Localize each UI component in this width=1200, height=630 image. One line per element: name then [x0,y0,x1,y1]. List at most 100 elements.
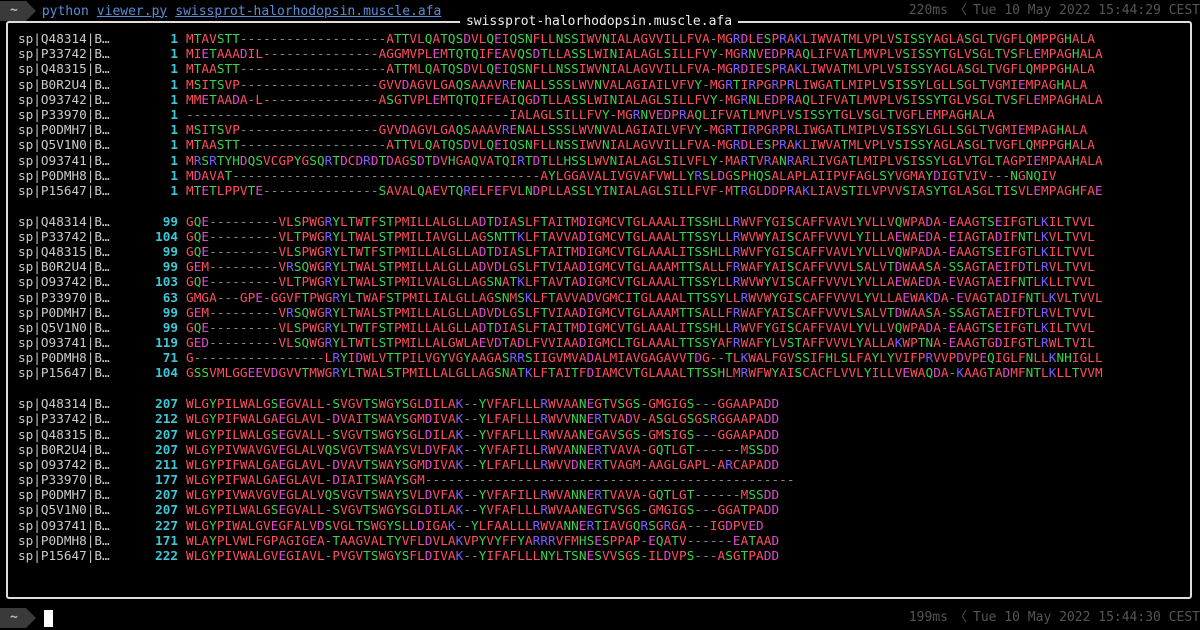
sequence-name: sp|P0DMH7|B… [18,304,110,320]
sequence-residues: WLGYPILWALGSEGVALL-SVGVTSWGYSGLDILAK--YV… [186,502,780,518]
sequence-name: sp|O93742|B… [18,456,110,472]
sequence-position: 207 [155,502,178,518]
sequence-position: 212 [155,411,178,427]
sequence-residues: MDAVAT----------------------------------… [186,167,1057,183]
sequence-residues: GQE---------VLSPWGRYLTWTFSTPMILLALGLLADT… [186,213,1095,229]
sequence-position: 1 [170,31,178,46]
sequence-position: 1 [170,91,178,107]
sequence-position: 104 [155,228,178,244]
alignment-block: sp|Q48314|B… 1 MTAVSTT-------------------A… [18,31,1182,198]
sequence-row: sp|Q48315|B… 207 WLGYPILWALGSEGVALL-SVGVTS… [18,427,1182,442]
sequence-position: 1 [170,122,178,138]
alignment-view[interactable]: sp|Q48314|B… 1 MTAVSTT-------------------A… [18,31,1182,579]
sequence-row: sp|Q48314|B… 207 WLGYPILWALGSEGVALL-SVGVTS… [18,396,1182,411]
sequence-residues: MSITSVP------------------GVVDAGVLGAQSAAA… [186,122,1088,138]
sequence-name: sp|O93741|B… [18,335,110,351]
sequence-position: 207 [155,396,178,412]
sequence-position: 71 [162,350,178,366]
sequence-residues: WLGYPIFWALGAEGLAVL-DIAITSWAYSGM---------… [186,472,795,488]
sequence-position: 207 [155,487,178,503]
sequence-name: sp|P33742|B… [18,411,110,427]
sequence-name: sp|P0DMH8|B… [18,350,110,366]
sequence-name: sp|Q5V1N0|B… [18,137,110,153]
sequence-name: sp|O93741|B… [18,152,110,168]
sequence-name: sp|Q5V1N0|B… [18,502,110,518]
sequence-name: sp|B0R2U4|B… [18,76,110,92]
panel-title: swissprot-halorhodopsin.muscle.afa [8,13,1190,31]
alignment-block: sp|Q48314|B… 207 WLGYPILWALGSEGVALL-SVGVTS… [18,396,1182,563]
sequence-row: sp|P15647|B… 104 GSSVMLGGEEVDGVVTMWGRYLTWA… [18,365,1182,380]
sequence-position: 207 [155,441,178,457]
sequence-name: sp|P33742|B… [18,228,110,244]
sequence-row: sp|O93741|B… 1 MRSRTYHDQSVCGPYGSQRTDCDRDTD… [18,153,1182,168]
sequence-row: sp|Q48315|B… 99 GQE---------VLSPWGRYLTWTFS… [18,244,1182,259]
sequence-residues: WLGYPIVWALGVEGIAVL-PVGVTSWGYSFLDIVAK--YI… [186,548,780,563]
sequence-row: sp|O93741|B… 227 WLGYPIWALGVEGFALVDSVGLTSW… [18,518,1182,533]
sequence-row: sp|B0R2U4|B… 99 GEM---------VRSQWGRYLTWALS… [18,259,1182,274]
sequence-row: sp|Q5V1N0|B… 99 GQE---------VLSPWGRYLTWTFS… [18,320,1182,335]
sequence-residues: MRSRTYHDQSVCGPYGSQRTDCDRDTDAGSDTDVHGAQVA… [186,152,1103,168]
sequence-position: 211 [155,456,178,472]
sequence-position: 1 [170,167,178,183]
sequence-name: sp|P0DMH8|B… [18,532,110,548]
bottom-timestamp: Tue 10 May 2022 15:44:30 CEST [973,610,1200,625]
sequence-name: sp|B0R2U4|B… [18,441,110,457]
sequence-position: 99 [162,213,178,229]
sequence-name: sp|O93742|B… [18,91,110,107]
sequence-row: sp|P33742|B… 1 MIETAAADIL---------------AG… [18,46,1182,61]
sequence-residues: MIETAAADIL---------------AGGMVPLEMTQTQIF… [186,46,1103,62]
sequence-name: sp|P0DMH7|B… [18,487,110,503]
sequence-row: sp|Q5V1N0|B… 1 MTAASTT-------------------A… [18,137,1182,152]
sequence-residues: GED---------VLSQWGRYLTWTLSTPMILLALGWLAEV… [186,335,1095,351]
sequence-position: 63 [162,289,178,305]
sequence-row: sp|P0DMH7|B… 99 GEM---------VRSQWGRYLTWALS… [18,305,1182,320]
sequence-residues: MSITSVP------------------GVVDAGVLGAQSAAA… [186,76,1088,92]
sequence-residues: MTAASTT-------------------ATTMLQATQSDVLQ… [186,61,1095,77]
sequence-residues: ----------------------------------------… [186,106,995,122]
sequence-name: sp|P33742|B… [18,46,110,62]
sequence-residues: WLGYPIFWALGAEGLAVL-DVAVTSWAYSGMDIVAK--YL… [186,456,780,472]
sequence-residues: WLGYPIVWAVGVEGLALVQSVGVTSWAYSVLDVFAK--YV… [186,441,780,457]
sequence-name: sp|P0DMH7|B… [18,122,110,138]
sequence-position: 99 [162,304,178,320]
sequence-residues: GEM---------VRSQWGRYLTWALSTPMILLALGLLADV… [186,259,1095,275]
sequence-row: sp|P33970|B… 63 GMGA---GPE-GGVFTPWGRYLTWAF… [18,290,1182,305]
text-cursor[interactable] [43,609,53,627]
sequence-row: sp|O93741|B… 119 GED---------VLSQWGRYLTWTL… [18,335,1182,350]
sequence-name: sp|P0DMH8|B… [18,167,110,183]
sequence-residues: GSSVMLGGEEVDGVVTMWGRYLTWALSTPMILLALGLLAG… [186,365,1103,381]
sequence-row: sp|O93742|B… 103 GQE---------VLTPWGRYLTWAL… [18,274,1182,289]
sequence-position: 1 [170,137,178,153]
sequence-row: sp|O93742|B… 1 MMETAADA-L---------------AS… [18,92,1182,107]
sequence-residues: MTETLPPVTE---------------SAVALQAEVTQRELF… [186,182,1103,198]
home-dir-chip-bottom: ~ [0,608,36,628]
sequence-residues: GMGA---GPE-GGVFTPWGRYLTWAFSTPMILIALGLLAG… [186,289,1103,305]
sequence-name: sp|B0R2U4|B… [18,259,110,275]
sequence-position: 222 [155,548,178,563]
sequence-name: sp|O93742|B… [18,274,110,290]
sequence-name: sp|Q48315|B… [18,426,110,442]
sequence-name: sp|O93741|B… [18,517,110,533]
chevron-left-icon: 〈 [954,610,968,625]
sequence-name: sp|P15647|B… [18,182,110,198]
sequence-row: sp|O93742|B… 211 WLGYPIFWALGAEGLAVL-DVAVTS… [18,457,1182,472]
sequence-residues: WLGYPILWALGSEGVALL-SVGVTSWGYSGLDILAK--YV… [186,396,780,412]
sequence-row: sp|P0DMH7|B… 207 WLGYPIVWAVGVEGLALVQSVGVTS… [18,487,1182,502]
bottom-status: 199ms 〈 Tue 10 May 2022 15:44:30 CEST [909,607,1200,629]
sequence-row: sp|P15647|B… 222 WLGYPIVWALGVEGIAVL-PVGVTS… [18,548,1182,563]
sequence-row: sp|P0DMH8|B… 71 G-----------------LRYIDWLV… [18,350,1182,365]
sequence-position: 1 [170,61,178,77]
sequence-position: 171 [155,532,178,548]
sequence-residues: WLGYPIFWALGAEGLAVL-DVAITSWAYSGMDIVAK--YL… [186,411,780,427]
sequence-position: 99 [162,259,178,275]
sequence-row: sp|Q48314|B… 1 MTAVSTT-------------------A… [18,31,1182,46]
alignment-block: sp|Q48314|B… 99 GQE---------VLSPWGRYLTWTFS… [18,214,1182,381]
sequence-residues: GQE---------VLSPWGRYLTWTFSTPMILLALGLLADT… [186,243,1095,259]
sequence-position: 227 [155,517,178,533]
sequence-position: 99 [162,243,178,259]
sequence-position: 1 [170,182,178,198]
sequence-residues: MMETAADA-L---------------ASGTVPLEMTQTQIF… [186,91,1103,107]
sequence-position: 99 [162,319,178,335]
sequence-name: sp|P33970|B… [18,106,110,122]
sequence-name: sp|P15647|B… [18,365,110,381]
